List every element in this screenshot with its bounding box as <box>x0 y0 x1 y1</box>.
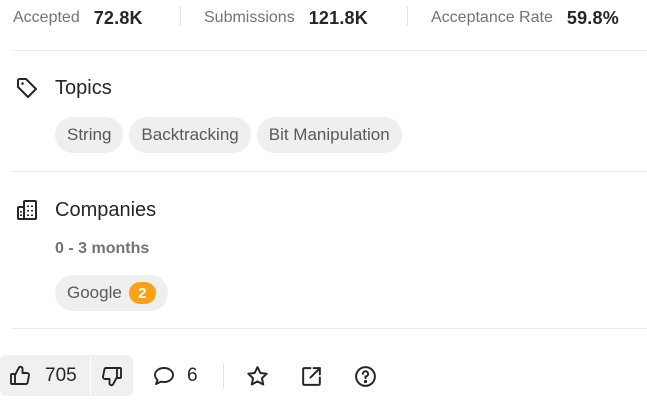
company-name: Google <box>67 283 122 302</box>
topic-tags: String Backtracking Bit Manipulation <box>55 117 402 153</box>
favorite-button[interactable] <box>245 362 270 390</box>
stat-divider <box>407 6 408 26</box>
topics-header[interactable]: Topics <box>14 75 112 101</box>
stat-submissions: Submissions 121.8K <box>204 0 368 36</box>
divider <box>12 171 647 172</box>
help-button[interactable] <box>353 362 378 390</box>
stat-divider <box>180 6 181 26</box>
company-count-badge: 2 <box>128 282 156 304</box>
topic-tag[interactable]: Backtracking <box>129 117 251 153</box>
topic-tag[interactable]: String <box>55 117 124 153</box>
submissions-value: 121.8K <box>308 7 368 28</box>
companies-period: 0 - 3 months <box>55 240 150 257</box>
upvote-count: 705 <box>45 364 77 386</box>
comment-count: 6 <box>187 365 198 386</box>
comment-icon <box>152 364 176 388</box>
divider <box>12 328 647 329</box>
topics-title: Topics <box>55 76 112 99</box>
accepted-value: 72.8K <box>93 7 143 28</box>
acceptance-rate-label: Acceptance Rate <box>431 9 553 26</box>
topic-tag[interactable]: Bit Manipulation <box>256 117 402 153</box>
company-tags: Google 2 <box>55 275 168 311</box>
star-icon <box>245 364 270 389</box>
company-tag-google[interactable]: Google 2 <box>55 275 168 311</box>
companies-header[interactable]: Companies <box>14 197 156 223</box>
thumbs-down-icon <box>100 364 124 388</box>
external-link-icon <box>299 364 324 389</box>
companies-title: Companies <box>55 198 157 221</box>
acceptance-rate-value: 59.8% <box>566 7 619 28</box>
tag-icon <box>14 75 40 101</box>
stats-row: Accepted 72.8K Submissions 121.8K Accept… <box>0 0 647 36</box>
comments-button[interactable]: 6 <box>152 362 198 390</box>
submissions-label: Submissions <box>204 9 295 26</box>
stat-accepted: Accepted 72.8K <box>13 0 143 36</box>
problem-info-panel: Accepted 72.8K Submissions 121.8K Accept… <box>0 0 647 401</box>
stat-acceptance-rate: Acceptance Rate 59.8% <box>431 0 619 36</box>
question-icon <box>353 364 378 389</box>
building-icon <box>14 197 40 223</box>
share-button[interactable] <box>299 362 324 390</box>
thumbs-up-icon <box>8 364 32 388</box>
vote-group: 705 <box>0 355 133 396</box>
divider <box>12 50 647 51</box>
accepted-label: Accepted <box>13 9 80 26</box>
action-divider <box>223 364 224 388</box>
downvote-button[interactable] <box>91 355 133 396</box>
upvote-button[interactable]: 705 <box>0 355 90 396</box>
